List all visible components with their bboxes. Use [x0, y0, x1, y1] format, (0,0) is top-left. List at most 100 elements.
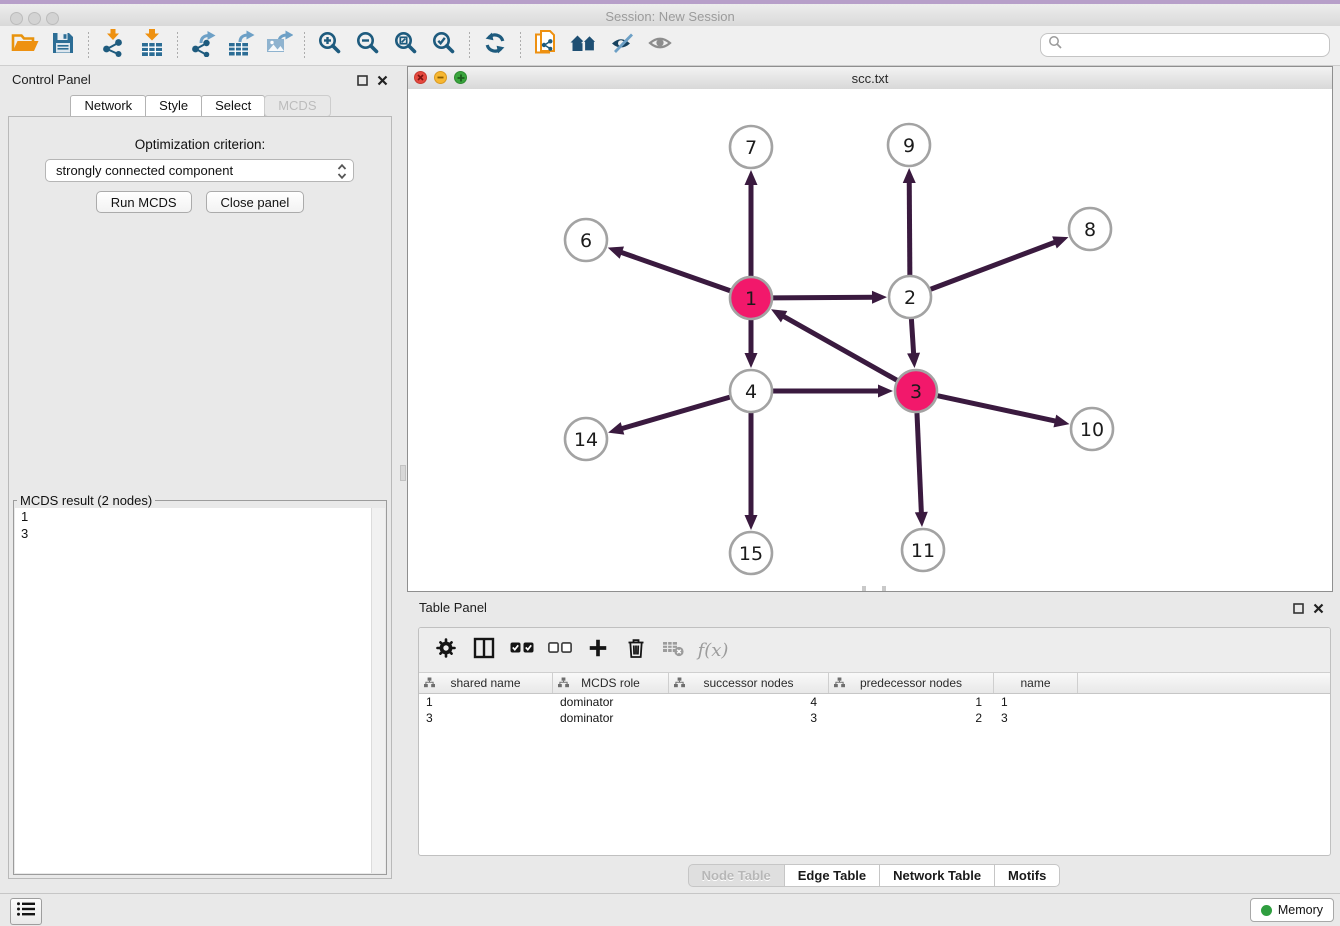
zoom-out-button[interactable] — [349, 30, 387, 62]
checked-boxes-icon — [510, 641, 534, 659]
close-panel-icon[interactable] — [1313, 601, 1324, 619]
save-session-button[interactable] — [44, 30, 82, 62]
graph-arrowhead — [915, 512, 928, 527]
tab-network[interactable]: Network — [70, 95, 146, 117]
import-network-button[interactable] — [95, 30, 133, 62]
mcds-result-list[interactable]: 13 — [15, 508, 385, 873]
graph-arrowhead — [745, 353, 758, 368]
close-panel-icon[interactable] — [377, 73, 388, 91]
task-history-button[interactable] — [10, 898, 42, 925]
app-title: Session: New Session — [0, 9, 1340, 24]
graph-edge-1-2[interactable] — [773, 297, 875, 298]
graph-arrowhead — [745, 515, 758, 530]
zoom-in-button[interactable] — [311, 30, 349, 62]
result-list-item[interactable]: 3 — [15, 525, 385, 542]
export-image-button[interactable] — [260, 30, 298, 62]
window-resize-grip[interactable] — [862, 586, 886, 591]
graph-edge-4-14[interactable] — [620, 397, 730, 429]
zoom-in-icon — [317, 30, 343, 61]
eye-icon — [647, 32, 674, 59]
graph-edge-1-6[interactable] — [619, 252, 730, 291]
svg-text:7: 7 — [745, 137, 757, 159]
graph-edge-3-10[interactable] — [938, 396, 1058, 422]
open-session-button[interactable] — [6, 30, 44, 62]
tab-style[interactable]: Style — [145, 95, 202, 117]
app-titlebar: Session: New Session — [0, 4, 1340, 27]
graph-edge-2-8[interactable] — [931, 241, 1058, 289]
search-box[interactable] — [1040, 33, 1330, 57]
graph-node-2[interactable]: 2 — [889, 276, 931, 318]
network-view-window: scc.txt 7 9 6 8 1 2 4 3 14 10 15 11 — [407, 66, 1333, 592]
graph-edge-3-1[interactable] — [781, 315, 896, 380]
import-table-button[interactable] — [133, 30, 171, 62]
graph-edge-3-11[interactable] — [917, 413, 921, 515]
control-panel-title: Control Panel — [12, 72, 91, 87]
tab-network-table[interactable]: Network Table — [879, 864, 995, 887]
add-column-button[interactable] — [581, 634, 615, 666]
result-list-item[interactable]: 1 — [15, 508, 385, 525]
column-header-successor-nodes[interactable]: successor nodes — [669, 673, 829, 693]
graph-node-14[interactable]: 14 — [565, 418, 607, 460]
column-settings-button[interactable] — [429, 634, 463, 666]
network-canvas[interactable]: 7 9 6 8 1 2 4 3 14 10 15 11 — [408, 89, 1332, 592]
network-view[interactable]: 7 9 6 8 1 2 4 3 14 10 15 11 — [408, 89, 1332, 591]
graph-node-10[interactable]: 10 — [1071, 408, 1113, 450]
table-row[interactable]: 3dominator323 — [419, 710, 1330, 726]
delete-column-button[interactable] — [619, 634, 653, 666]
search-input[interactable] — [1063, 37, 1329, 54]
graph-node-11[interactable]: 11 — [902, 529, 944, 571]
column-header-name[interactable]: name — [994, 673, 1078, 693]
panel-splitter[interactable] — [400, 66, 407, 893]
tab-select[interactable]: Select — [201, 95, 265, 117]
split-view-button[interactable] — [467, 634, 501, 666]
show-all-button[interactable] — [641, 30, 679, 62]
criterion-dropdown[interactable]: strongly connected component — [45, 159, 354, 182]
graph-node-7[interactable]: 7 — [730, 126, 772, 168]
graph-edge-2-9[interactable] — [909, 180, 910, 275]
network-window-titlebar[interactable]: scc.txt — [408, 67, 1332, 90]
graph-arrowhead — [608, 246, 624, 258]
hide-selected-button[interactable] — [603, 30, 641, 62]
float-panel-icon[interactable] — [357, 73, 368, 91]
graph-node-4[interactable]: 4 — [730, 370, 772, 412]
deselect-all-button[interactable] — [543, 634, 577, 666]
unchecked-boxes-icon — [548, 641, 572, 659]
column-header-shared-name[interactable]: shared name — [419, 673, 553, 693]
tab-motifs[interactable]: Motifs — [994, 864, 1060, 887]
graph-node-6[interactable]: 6 — [565, 219, 607, 261]
function-builder-button[interactable]: f(x) — [695, 634, 729, 666]
graph-node-15[interactable]: 15 — [730, 532, 772, 574]
graph-edge-2-3[interactable] — [911, 319, 913, 356]
export-network-button[interactable] — [184, 30, 222, 62]
memory-button[interactable]: Memory — [1250, 898, 1334, 922]
scrollbar[interactable] — [371, 508, 385, 873]
delete-table-button[interactable] — [657, 634, 691, 666]
table-cell: dominator — [553, 695, 669, 709]
zoom-selected-button[interactable] — [425, 30, 463, 62]
column-header-MCDS-role[interactable]: MCDS role — [553, 673, 669, 693]
tab-mcds[interactable]: MCDS — [264, 95, 330, 117]
close-panel-button[interactable]: Close panel — [206, 191, 305, 213]
control-panel-tabs: NetworkStyleSelectMCDS — [0, 95, 400, 117]
table-row[interactable]: 1dominator411 — [419, 694, 1330, 710]
search-icon — [1048, 35, 1063, 55]
toolbar-separator — [304, 32, 305, 60]
graph-node-8[interactable]: 8 — [1069, 208, 1111, 250]
first-neighbors-button[interactable] — [565, 30, 603, 62]
graph-node-9[interactable]: 9 — [888, 124, 930, 166]
clone-network-button[interactable] — [527, 30, 565, 62]
table-cell: 1 — [419, 695, 553, 709]
graph-node-3[interactable]: 3 — [895, 370, 937, 412]
select-all-button[interactable] — [505, 634, 539, 666]
graph-arrowhead — [872, 291, 887, 304]
tab-edge-table[interactable]: Edge Table — [784, 864, 880, 887]
refresh-network-button[interactable] — [476, 30, 514, 62]
tab-node-table[interactable]: Node Table — [688, 864, 785, 887]
graph-node-1[interactable]: 1 — [730, 277, 772, 319]
zoom-fit-button[interactable] — [387, 30, 425, 62]
float-panel-icon[interactable] — [1293, 601, 1304, 619]
run-mcds-button[interactable]: Run MCDS — [96, 191, 192, 213]
splitter-grip[interactable] — [400, 465, 406, 481]
column-header-predecessor-nodes[interactable]: predecessor nodes — [829, 673, 994, 693]
export-table-button[interactable] — [222, 30, 260, 62]
